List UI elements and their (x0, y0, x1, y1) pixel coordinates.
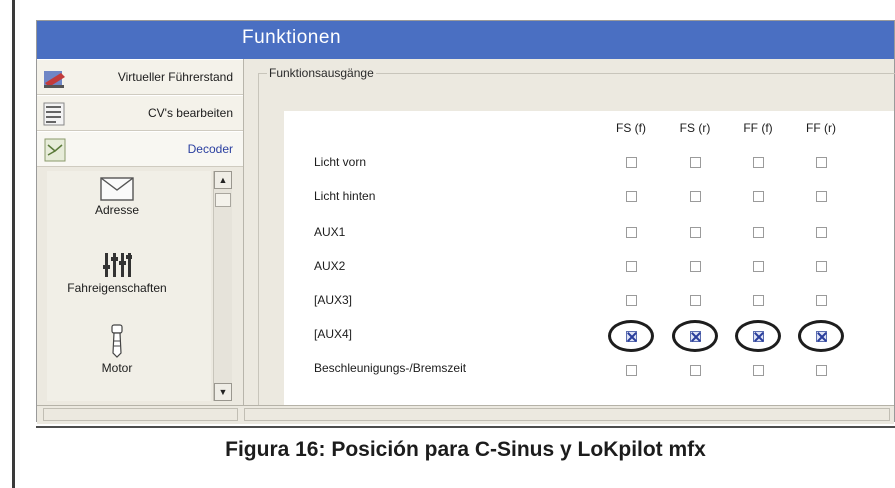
row-label-accel-brake-time: Beschleunigungs-/Bremszeit (314, 361, 467, 375)
window-title: Funktionen (242, 27, 342, 48)
title-bar: Funktionen (37, 21, 894, 60)
tool-label: Fahreigenschaften (67, 281, 167, 295)
function-checkbox[interactable] (816, 157, 827, 168)
functions-panel: Funktionsausgänge FS (f) FS (r) FF (f) F… (244, 59, 895, 406)
app-window: Funktionen Virtueller Führerstand CV's b… (36, 20, 895, 424)
column-header-ff-r: FF (r) (806, 121, 836, 135)
row-label-aux1: AUX1 (314, 225, 346, 239)
sidebar-item-label: Virtueller Führerstand (117, 70, 233, 84)
train-cab-icon (44, 71, 65, 88)
row-label-aux2: AUX2 (314, 259, 346, 273)
sidebar-item-label: Decoder (187, 142, 233, 156)
sidebar-item-cv-edit[interactable]: CV's bearbeiten (37, 95, 243, 131)
tool-label: Adresse (94, 203, 140, 217)
sidebar-item-decoder[interactable]: Decoder (37, 131, 243, 167)
highlight-circle (608, 320, 654, 352)
function-checkbox[interactable] (626, 227, 637, 238)
page-margin-rule (12, 0, 15, 488)
scroll-thumb[interactable] (215, 193, 231, 207)
envelope-icon (100, 177, 134, 201)
function-checkbox[interactable] (753, 227, 764, 238)
status-pane (244, 408, 890, 421)
function-checkbox[interactable] (753, 261, 764, 272)
tool-panel-scrollbar[interactable]: ▲ ▼ (213, 171, 232, 401)
column-header-ff-f: FF (f) (743, 121, 773, 135)
function-checkbox[interactable] (690, 365, 701, 376)
sliders-icon (103, 253, 132, 277)
row-label-aux4: [AUX4] (314, 327, 353, 341)
function-checkbox[interactable] (626, 295, 637, 306)
function-checkbox[interactable] (816, 365, 827, 376)
scroll-down-button[interactable]: ▼ (214, 383, 232, 401)
row-label-rear-light: Licht hinten (314, 189, 376, 203)
highlight-circle (798, 320, 844, 352)
tool-motor[interactable]: Motor (47, 323, 187, 375)
function-checkbox[interactable] (753, 191, 764, 202)
function-checkbox[interactable] (753, 365, 764, 376)
decoder-tool-panel: Adresse Fahreigenschaften Motor (47, 171, 211, 401)
function-checkbox[interactable] (690, 157, 701, 168)
function-checkbox[interactable] (626, 157, 637, 168)
figure-caption-box: Figura 16: Posición para C-Sinus y LoKpi… (36, 426, 895, 473)
status-pane (43, 408, 238, 421)
column-header-fs-f: FS (f) (616, 121, 646, 135)
sidebar-item-virtual-cab[interactable]: Virtueller Führerstand (37, 59, 243, 95)
function-checkbox[interactable] (816, 295, 827, 306)
figure-caption: Figura 16: Posición para C-Sinus y LoKpi… (225, 438, 706, 461)
function-checkbox[interactable] (626, 191, 637, 202)
motor-icon (111, 324, 123, 358)
tool-driving-characteristics[interactable]: Fahreigenschaften (47, 251, 187, 295)
group-title: Funktionsausgänge (267, 66, 376, 80)
function-outputs-table: FS (f) FS (r) FF (f) FF (r) Licht vorn L… (284, 111, 894, 405)
function-checkbox[interactable] (690, 295, 701, 306)
status-bar (37, 405, 894, 424)
column-header-fs-r: FS (r) (679, 121, 711, 135)
function-checkbox[interactable] (690, 191, 701, 202)
function-checkbox[interactable] (626, 365, 637, 376)
function-checkbox[interactable] (753, 157, 764, 168)
function-checkbox[interactable] (626, 261, 637, 272)
function-checkbox[interactable] (816, 227, 827, 238)
sidebar: Virtueller Führerstand CV's bearbeiten D… (37, 59, 244, 405)
row-label-aux3: [AUX3] (314, 293, 353, 307)
tool-address[interactable]: Adresse (47, 177, 187, 217)
highlight-circle (735, 320, 781, 352)
scroll-up-button[interactable]: ▲ (214, 171, 232, 189)
function-checkbox[interactable] (690, 227, 701, 238)
function-checkbox[interactable] (816, 261, 827, 272)
decoder-chip-icon (44, 138, 66, 162)
function-checkbox[interactable] (816, 191, 827, 202)
function-checkbox[interactable] (753, 295, 764, 306)
tool-label: Motor (101, 361, 133, 375)
function-checkbox[interactable] (690, 261, 701, 272)
row-label-front-light: Licht vorn (314, 155, 367, 169)
binary-data-icon (43, 102, 65, 126)
sidebar-item-label: CV's bearbeiten (147, 106, 233, 120)
highlight-circle (672, 320, 718, 352)
